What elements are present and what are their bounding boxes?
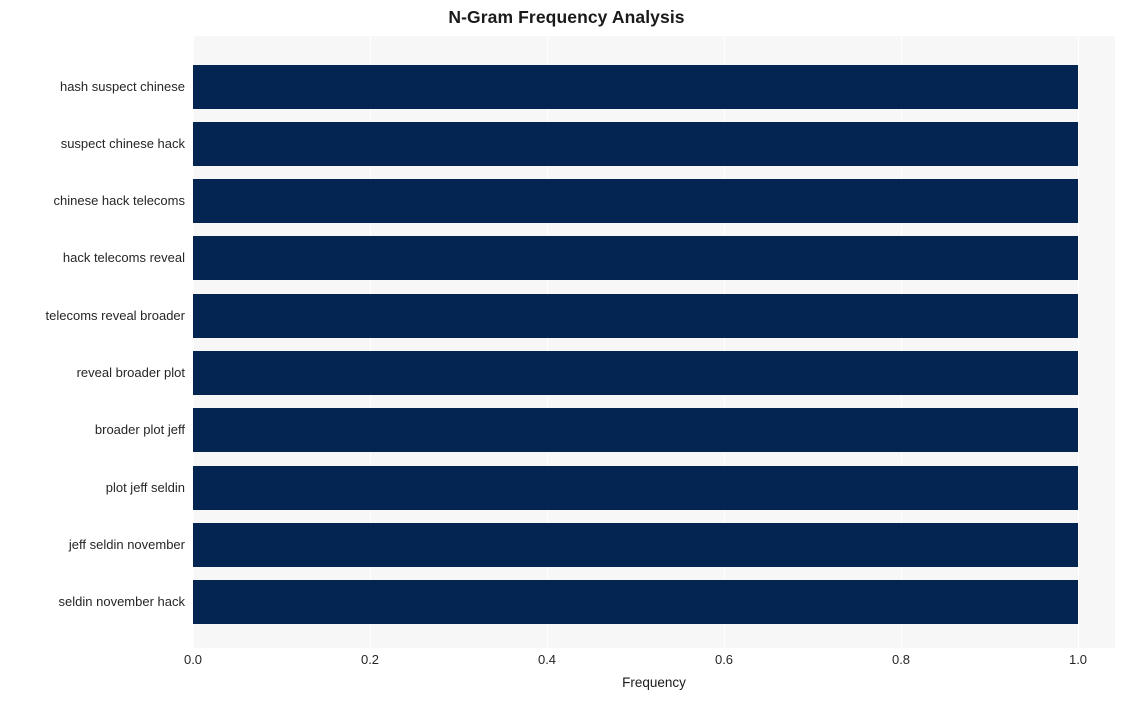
chart-title: N-Gram Frequency Analysis bbox=[448, 7, 685, 27]
plot-area bbox=[193, 36, 1115, 648]
x-axis-tick-labels: 0.0 0.2 0.4 0.6 0.8 1.0 bbox=[0, 652, 1133, 672]
x-axis-tick-label: 1.0 bbox=[1068, 652, 1088, 667]
x-axis-tick-label: 0.2 bbox=[360, 652, 380, 667]
y-axis-tick-labels: hash suspect chinese suspect chinese hack… bbox=[0, 36, 185, 648]
bar-series bbox=[193, 36, 1115, 648]
bar-slot bbox=[193, 121, 1115, 166]
bar-slot bbox=[193, 465, 1115, 510]
bar-slot bbox=[193, 293, 1115, 338]
bar-slot bbox=[193, 179, 1115, 224]
y-axis-tick-label: chinese hack telecoms bbox=[53, 193, 185, 209]
y-axis-tick-label: seldin november hack bbox=[58, 594, 185, 610]
bar-slot bbox=[193, 408, 1115, 453]
bar[interactable] bbox=[193, 293, 1078, 338]
bar[interactable] bbox=[193, 465, 1078, 510]
bar[interactable] bbox=[193, 179, 1078, 224]
y-axis-tick-label: suspect chinese hack bbox=[60, 135, 185, 151]
y-axis-tick-label: plot jeff seldin bbox=[105, 479, 185, 495]
y-axis-tick-label: hack telecoms reveal bbox=[62, 250, 185, 266]
x-axis-tick-label: 0.8 bbox=[891, 652, 911, 667]
y-axis-tick-label: telecoms reveal broader bbox=[45, 307, 185, 323]
x-axis-tick-label: 0.0 bbox=[183, 652, 203, 667]
bar[interactable] bbox=[193, 64, 1078, 109]
bar[interactable] bbox=[193, 580, 1078, 625]
bar-slot bbox=[193, 351, 1115, 395]
bar[interactable] bbox=[193, 522, 1078, 567]
bar-slot bbox=[193, 236, 1115, 281]
y-axis-tick-label: broader plot jeff bbox=[94, 422, 185, 438]
y-axis-tick-label: reveal broader plot bbox=[76, 365, 185, 380]
bar[interactable] bbox=[193, 408, 1078, 453]
y-axis-tick-label: jeff seldin november bbox=[68, 536, 185, 552]
x-axis-tick-label: 0.4 bbox=[537, 652, 557, 667]
bar-slot bbox=[193, 580, 1115, 625]
bar-slot bbox=[193, 64, 1115, 109]
ngram-frequency-chart-figure: N-Gram Frequency Analysis hash suspect c… bbox=[0, 0, 1133, 701]
x-axis-label: Frequency bbox=[622, 675, 686, 690]
bar-slot bbox=[193, 522, 1115, 567]
bar[interactable] bbox=[193, 236, 1078, 281]
bar[interactable] bbox=[193, 121, 1078, 166]
y-axis-tick-label: hash suspect chinese bbox=[59, 78, 185, 94]
bar[interactable] bbox=[193, 351, 1078, 395]
x-axis-tick-label: 0.6 bbox=[714, 652, 734, 667]
